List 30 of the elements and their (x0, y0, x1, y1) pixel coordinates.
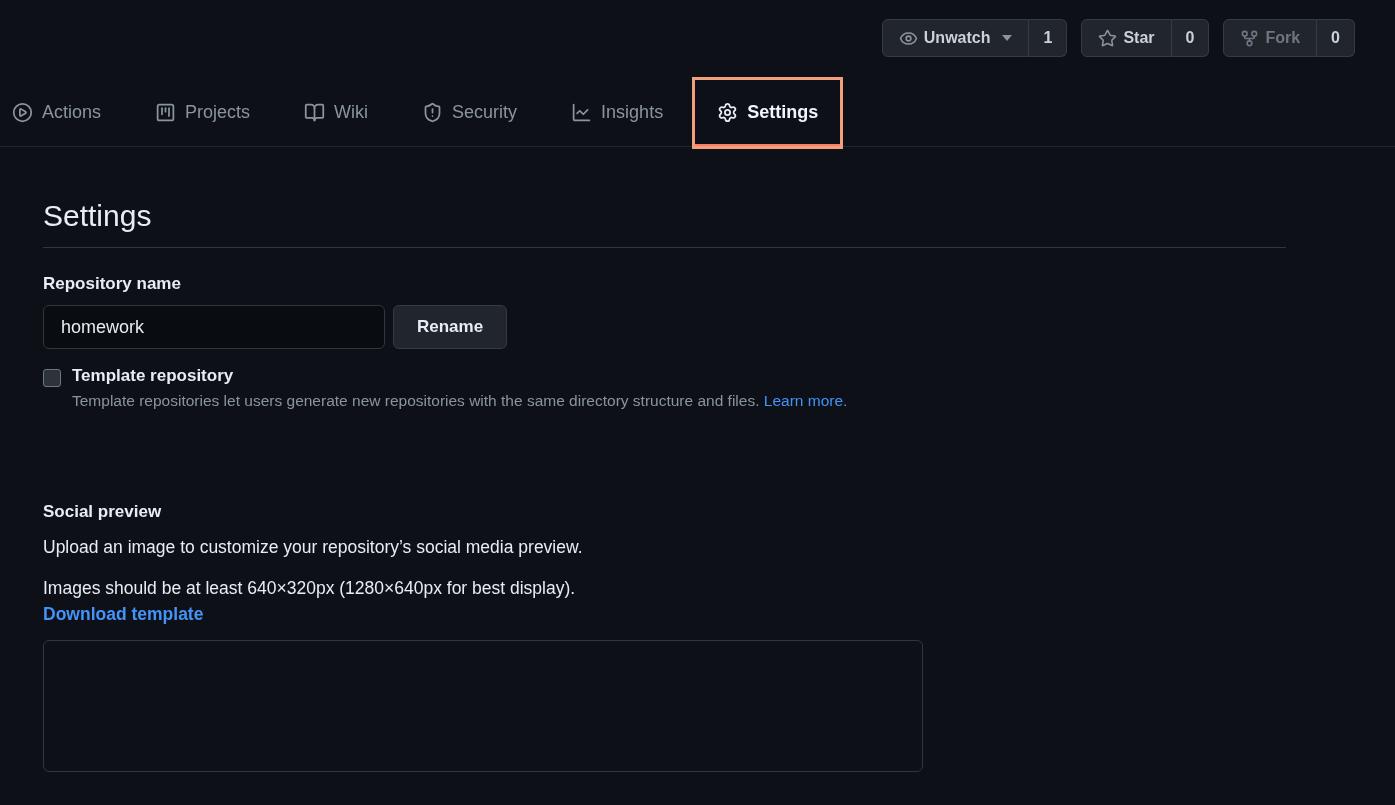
download-template-link[interactable]: Download template (43, 604, 204, 624)
checkbox-label: Template repository (72, 366, 235, 386)
graph-icon (571, 101, 593, 123)
nav-tab[interactable]: Insights (549, 80, 686, 146)
play-icon (12, 101, 33, 123)
section-heading: Social preview (43, 502, 163, 522)
nav-tab[interactable]: Wiki (282, 80, 391, 146)
repository-name-field[interactable]: homework (43, 305, 385, 349)
star-icon (1098, 28, 1118, 48)
checkbox[interactable] (43, 369, 61, 387)
field-label: Repository name (43, 274, 182, 294)
nav-tab[interactable]: Projects (133, 80, 273, 146)
fork-icon (1240, 28, 1260, 48)
nav-tab[interactable]: Settings (695, 80, 841, 146)
rename-button[interactable]: Rename (393, 305, 508, 349)
book-icon (304, 101, 326, 123)
nav-tab[interactable]: Security (400, 80, 540, 146)
star-button[interactable]: Star (1081, 19, 1172, 57)
page-title: Settings (43, 199, 1286, 248)
count-badge[interactable]: 0 (1171, 19, 1210, 57)
description-text: Upload an image to customize your repository’s social media preview. (43, 537, 584, 558)
nav-tab[interactable]: Actions (0, 80, 124, 146)
settings-icon (717, 101, 739, 123)
requirement-text: Images should be at least 640×320px (1280×640px for best display). (43, 578, 577, 599)
watch-button[interactable]: Unwatch (881, 19, 1030, 57)
count-badge[interactable]: 1 (1029, 19, 1068, 57)
board-icon (155, 101, 177, 123)
learn-more-link[interactable]: Learn more. (763, 392, 848, 409)
caret-icon (1002, 35, 1013, 41)
description-text: Template repositories let users generate new repositories with the same directory structure and files. Learn more. (72, 392, 848, 410)
